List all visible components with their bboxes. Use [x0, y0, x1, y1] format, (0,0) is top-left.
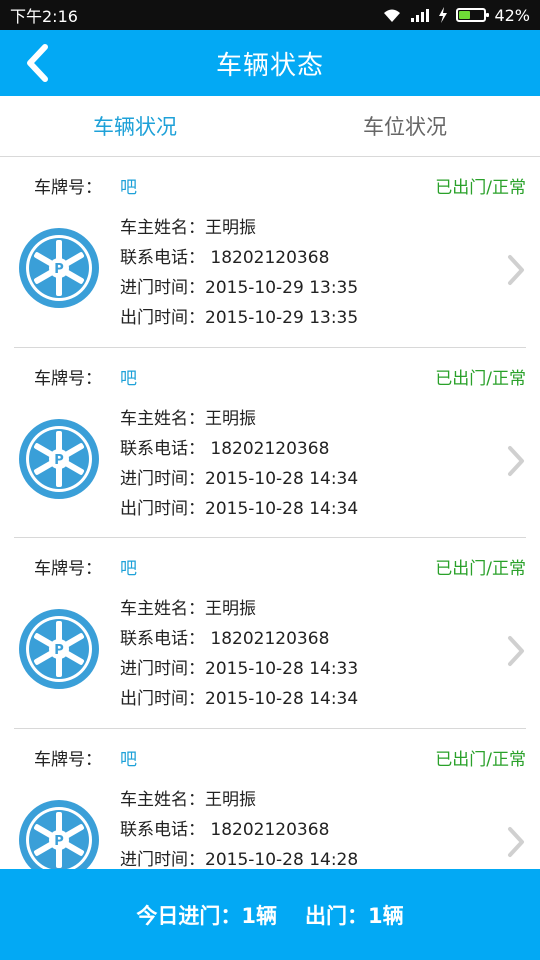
- owner-label: 车主姓名：: [120, 408, 205, 429]
- battery-percent: 42%: [494, 5, 530, 25]
- charging-icon: [439, 7, 448, 23]
- status-badge: 已出门/正常: [435, 368, 526, 389]
- exit-time-value: 2015-10-29 13:35: [205, 308, 359, 328]
- enter-time-label: 进门时间：: [120, 849, 205, 870]
- exit-time-value: 2015-10-28 14:34: [205, 689, 359, 709]
- enter-time-label: 进门时间：: [120, 659, 205, 679]
- tab-parking-status[interactable]: 车位状况: [270, 96, 540, 156]
- plate-label: 车牌号：: [34, 178, 102, 198]
- page-title: 车辆状态: [215, 50, 324, 81]
- today-enter-count: 今日进门：1辆: [136, 903, 277, 928]
- wifi-icon: [384, 9, 401, 22]
- owner-value: 王明振: [205, 599, 256, 619]
- plate-label: 车牌号：: [34, 559, 102, 579]
- plate-value: 吧: [120, 368, 137, 389]
- plate-label: 车牌号：: [34, 368, 102, 389]
- chevron-right-icon: [508, 636, 524, 666]
- svg-text:P: P: [54, 834, 64, 849]
- battery-icon: [456, 8, 490, 22]
- phone-label: 联系电话：: [120, 248, 205, 268]
- list-item[interactable]: 车牌号： 吧 已出门/正常 P 车主姓名：王明振 联系电话： 182021203…: [14, 157, 526, 348]
- svg-text:P: P: [54, 262, 64, 277]
- chevron-right-icon: [508, 826, 524, 857]
- record-details: 车主姓名：王明振 联系电话： 18202120368 进门时间：2015-10-…: [120, 594, 358, 714]
- vehicle-record-list[interactable]: 车牌号： 吧 已出门/正常 P 车主姓名：王明振 联系电话： 182021203…: [0, 157, 540, 869]
- enter-time-value: 2015-10-28 14:28: [205, 849, 359, 870]
- wheel-icon: P: [19, 799, 99, 869]
- phone-value: 18202120368: [210, 819, 330, 840]
- enter-time-value: 2015-10-28 14:34: [205, 468, 359, 489]
- enter-time-value: 2015-10-29 13:35: [205, 278, 359, 298]
- exit-time-label: 出门时间：: [120, 308, 205, 328]
- wheel-icon: P: [19, 418, 99, 499]
- record-details: 车主姓名：王明振 联系电话： 18202120368 进门时间：2015-10-…: [120, 213, 358, 333]
- svg-text:P: P: [54, 643, 64, 658]
- phone-value: 18202120368: [210, 438, 330, 459]
- owner-label: 车主姓名：: [120, 218, 205, 238]
- daily-summary-bar: 今日进门：1辆 出门：1辆: [0, 869, 540, 960]
- list-item[interactable]: 车牌号： 吧 已出门/正常 P 车主姓名：王明振 联系电话： 182021203…: [14, 538, 526, 729]
- svg-text:P: P: [54, 453, 64, 468]
- status-time: 下午2:16: [10, 7, 78, 26]
- status-icons: 42%: [382, 6, 530, 25]
- wheel-icon: P: [19, 228, 99, 308]
- owner-value: 王明振: [205, 218, 256, 238]
- phone-value: 18202120368: [210, 248, 330, 268]
- record-details: 车主姓名：王明振 联系电话： 18202120368 进门时间：2015-10-…: [120, 404, 358, 524]
- exit-time-value: 2015-10-28 14:34: [205, 498, 359, 519]
- status-badge: 已出门/正常: [435, 749, 526, 770]
- owner-label: 车主姓名：: [120, 789, 205, 810]
- enter-time-value: 2015-10-28 14:33: [205, 659, 359, 679]
- list-item[interactable]: 车牌号： 吧 已出门/正常 P 车主姓名：王明振 联系电话： 182021203…: [14, 348, 526, 538]
- exit-time-label: 出门时间：: [120, 498, 205, 519]
- chevron-right-icon: [508, 255, 524, 285]
- phone-label: 联系电话：: [120, 438, 205, 459]
- back-button[interactable]: [14, 40, 60, 86]
- owner-label: 车主姓名：: [120, 599, 205, 619]
- tab-bar: 车辆状况 车位状况: [0, 96, 540, 157]
- signal-icon: [411, 9, 430, 22]
- owner-value: 王明振: [205, 408, 256, 429]
- wheel-icon: P: [19, 609, 99, 689]
- plate-value: 吧: [120, 749, 137, 770]
- plate-value: 吧: [120, 178, 137, 198]
- list-item[interactable]: 车牌号： 吧 已出门/正常 P 车主姓名：王明振 联系电话： 182021203…: [14, 729, 526, 870]
- phone-label: 联系电话：: [120, 819, 205, 840]
- phone-value: 18202120368: [210, 629, 330, 649]
- record-details: 车主姓名：王明振 联系电话： 18202120368 进门时间：2015-10-…: [120, 785, 358, 870]
- chevron-left-icon: [27, 44, 48, 82]
- phone-label: 联系电话：: [120, 629, 205, 649]
- app-bar: 车辆状态: [0, 30, 540, 96]
- owner-value: 王明振: [205, 789, 256, 810]
- chevron-right-icon: [508, 445, 524, 476]
- enter-time-label: 进门时间：: [120, 278, 205, 298]
- status-bar: 下午2:16 42%: [0, 0, 540, 30]
- exit-time-label: 出门时间：: [120, 689, 205, 709]
- plate-value: 吧: [120, 559, 137, 579]
- plate-label: 车牌号：: [34, 749, 102, 770]
- enter-time-label: 进门时间：: [120, 468, 205, 489]
- status-badge: 已出门/正常: [435, 559, 526, 579]
- status-badge: 已出门/正常: [435, 178, 526, 198]
- tab-vehicle-status[interactable]: 车辆状况: [0, 96, 270, 156]
- today-exit-count: 出门：1辆: [305, 903, 404, 928]
